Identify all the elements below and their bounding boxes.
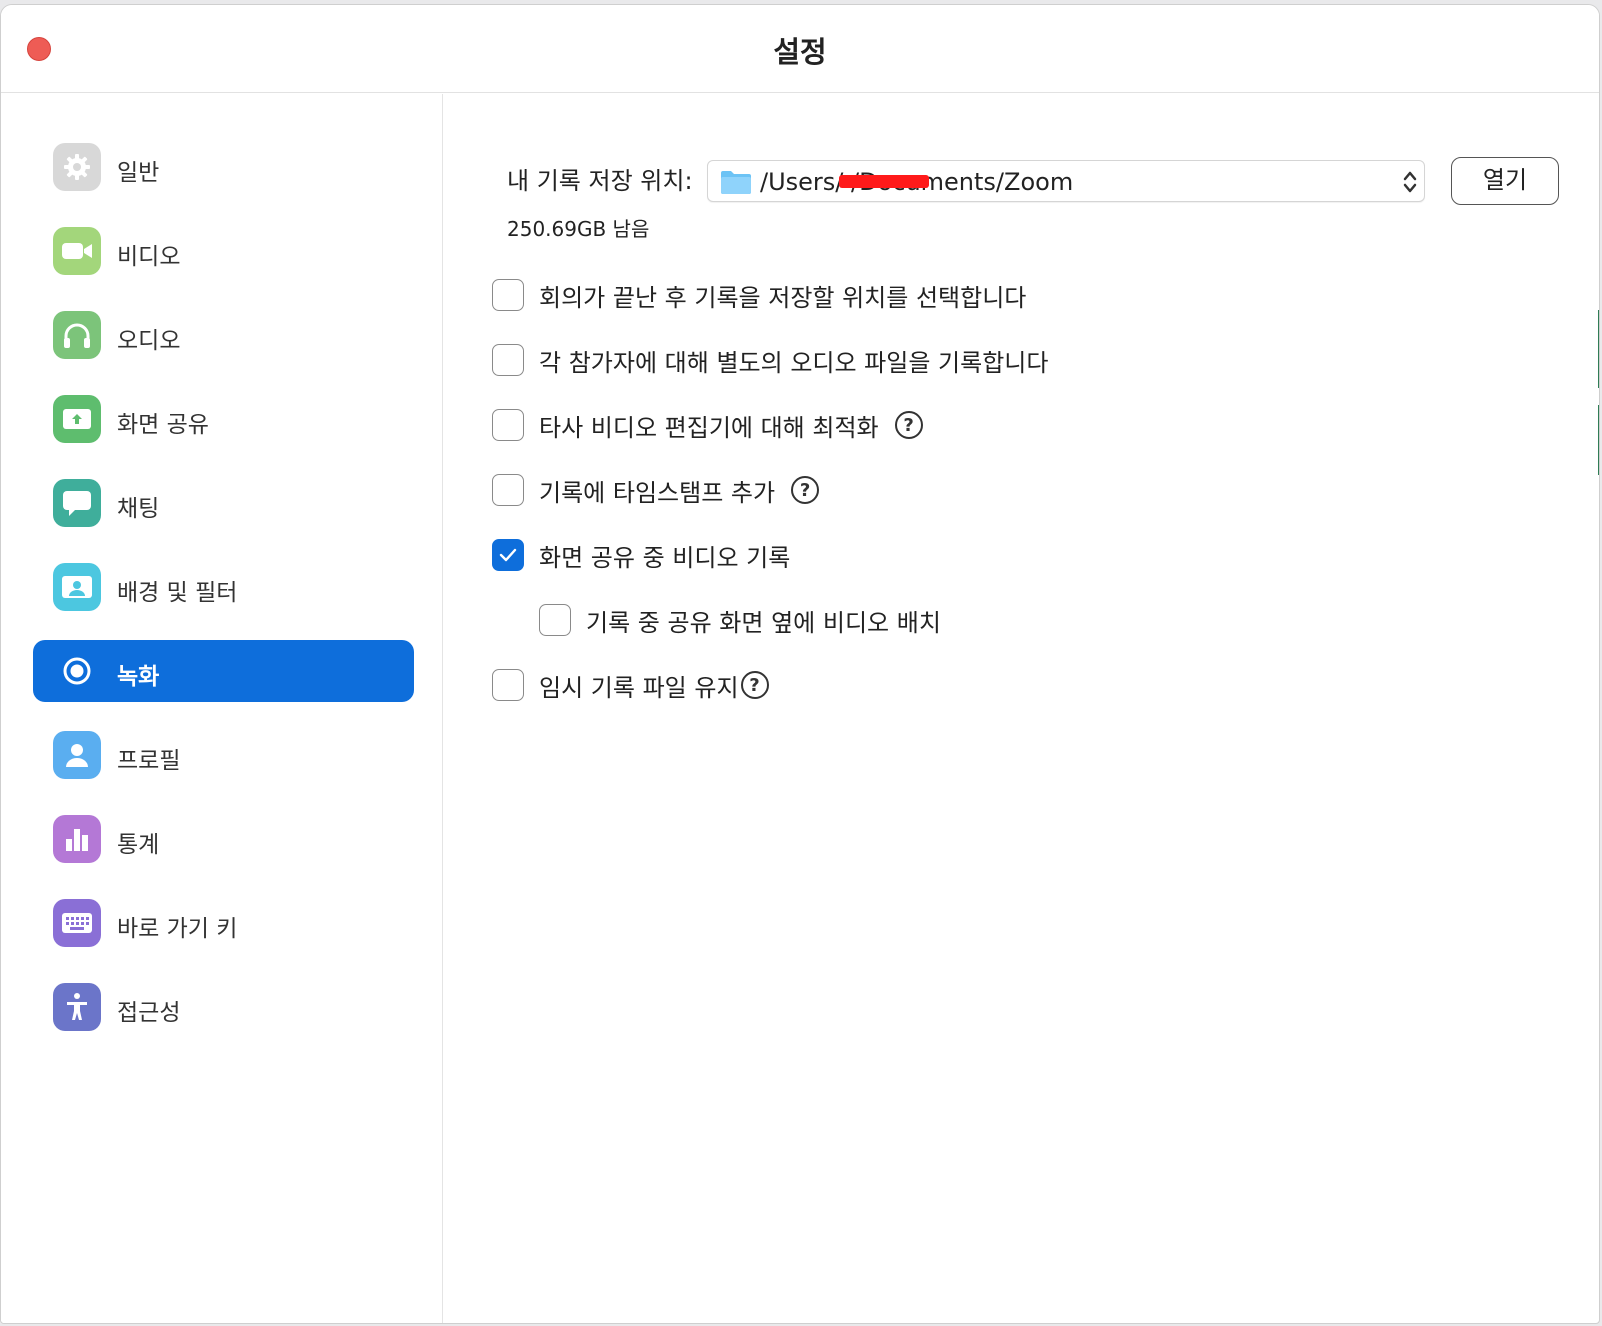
option-add-timestamp: 기록에 타임스탬프 추가 ?	[492, 473, 820, 507]
sidebar-item-statistics[interactable]: 통계	[33, 808, 414, 870]
free-space-text: 250.69GB 남음	[507, 217, 650, 241]
open-folder-button[interactable]: 열기	[1451, 157, 1559, 205]
option-label: 기록 중 공유 화면 옆에 비디오 배치	[586, 608, 941, 637]
sidebar-item-shortcuts[interactable]: 바로 가기 키	[33, 892, 414, 954]
sidebar-item-label: 녹화	[117, 664, 160, 690]
checkbox[interactable]	[539, 604, 571, 636]
option-place-video-next-to-share: 기록 중 공유 화면 옆에 비디오 배치	[539, 603, 941, 637]
sidebar-item-label: 화면 공유	[117, 412, 209, 438]
headphones-icon	[53, 311, 101, 359]
sidebar-item-background-filters[interactable]: 배경 및 필터	[33, 556, 414, 618]
user-icon	[53, 731, 101, 779]
option-optimize-third-party-editor: 타사 비디오 편집기에 대해 최적화 ?	[492, 408, 923, 442]
sidebar-item-audio[interactable]: 오디오	[33, 304, 414, 366]
checkbox-checked[interactable]	[492, 539, 524, 571]
sidebar-item-recording[interactable]: 녹화	[33, 640, 414, 702]
option-keep-temp-files: 임시 기록 파일 유지 ?	[492, 668, 769, 702]
folder-icon	[720, 169, 752, 199]
share-screen-icon	[53, 395, 101, 443]
checkbox[interactable]	[492, 669, 524, 701]
chevron-up-down-icon	[1402, 168, 1418, 200]
settings-window: 설정 일반 비디오 오디오 화면 공유 채팅 배경 및 필터 녹화 프로필 통계…	[0, 4, 1600, 1324]
sidebar-item-label: 일반	[117, 160, 160, 186]
keyboard-icon	[53, 899, 101, 947]
background-portrait-icon	[53, 563, 101, 611]
checkbox[interactable]	[492, 344, 524, 376]
help-icon[interactable]: ?	[740, 671, 769, 699]
option-label: 각 참가자에 대해 별도의 오디오 파일을 기록합니다	[539, 348, 1049, 377]
option-choose-location-after-meeting: 회의가 끝난 후 기록을 저장할 위치를 선택합니다	[492, 278, 1026, 312]
sidebar-item-chat[interactable]: 채팅	[33, 472, 414, 534]
video-camera-icon	[53, 227, 101, 275]
checkmark-icon	[499, 548, 517, 562]
recording-location-select[interactable]: /Users/ /Documents/Zoom	[707, 160, 1425, 202]
sidebar-item-label: 비디오	[117, 244, 181, 270]
sidebar-item-general[interactable]: 일반	[33, 136, 414, 198]
title-bar: 설정	[1, 5, 1599, 93]
recording-settings-panel: 내 기록 저장 위치: /Users/ /Documents/Zoom 열기 2…	[444, 94, 1599, 1323]
recording-location-label: 내 기록 저장 위치:	[507, 167, 693, 195]
record-icon	[53, 647, 101, 695]
sidebar-item-label: 채팅	[117, 496, 160, 522]
accessibility-icon	[53, 983, 101, 1031]
sidebar-item-profile[interactable]: 프로필	[33, 724, 414, 786]
sidebar-item-label: 바로 가기 키	[117, 916, 238, 942]
help-icon[interactable]: ?	[894, 411, 923, 439]
gear-icon	[53, 143, 101, 191]
checkbox[interactable]	[492, 409, 524, 441]
sidebar-item-label: 프로필	[117, 748, 181, 774]
background-window-edge	[1598, 405, 1599, 475]
sidebar-item-label: 통계	[117, 832, 160, 858]
redaction-mark	[839, 175, 929, 188]
sidebar-item-video[interactable]: 비디오	[33, 220, 414, 282]
chat-bubble-icon	[53, 479, 101, 527]
option-separate-audio-files: 각 참가자에 대해 별도의 오디오 파일을 기록합니다	[492, 343, 1048, 377]
checkbox[interactable]	[492, 279, 524, 311]
checkbox[interactable]	[492, 474, 524, 506]
sidebar-item-label: 배경 및 필터	[117, 580, 238, 606]
sidebar-item-label: 오디오	[117, 328, 181, 354]
sidebar-item-label: 접근성	[117, 1000, 181, 1026]
option-label: 임시 기록 파일 유지	[539, 673, 739, 702]
option-label: 기록에 타임스탬프 추가	[539, 478, 776, 507]
option-label: 타사 비디오 편집기에 대해 최적화	[539, 413, 879, 442]
help-icon[interactable]: ?	[791, 476, 820, 504]
option-label: 화면 공유 중 비디오 기록	[539, 543, 791, 572]
option-record-video-during-share: 화면 공유 중 비디오 기록	[492, 538, 790, 572]
sidebar-item-share-screen[interactable]: 화면 공유	[33, 388, 414, 450]
option-label: 회의가 끝난 후 기록을 저장할 위치를 선택합니다	[539, 283, 1027, 312]
sidebar-item-accessibility[interactable]: 접근성	[33, 976, 414, 1038]
window-title: 설정	[773, 35, 827, 69]
bar-chart-icon	[53, 815, 101, 863]
background-window-edge	[1598, 310, 1599, 388]
settings-sidebar: 일반 비디오 오디오 화면 공유 채팅 배경 및 필터 녹화 프로필 통계 바로…	[1, 94, 443, 1323]
